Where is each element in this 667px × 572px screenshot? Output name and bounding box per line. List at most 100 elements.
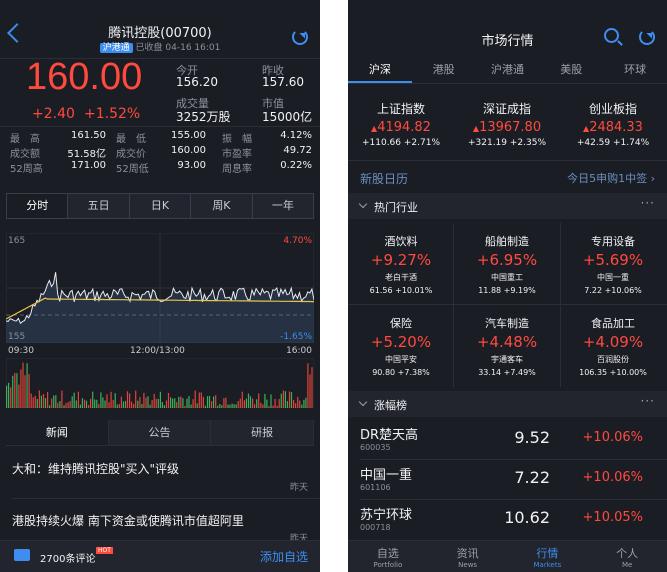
volume-bar	[59, 401, 61, 408]
tab-hk-connect[interactable]: 沪港通	[476, 58, 540, 83]
industry-card[interactable]: 酒饮料 +9.27% 老白干酒 61.56 +10.01%	[348, 233, 454, 295]
volume-bar	[20, 369, 22, 408]
tab-daily-k[interactable]: 日K	[129, 194, 192, 218]
volume-bar	[231, 403, 233, 408]
add-watchlist-button[interactable]: 添加自选	[260, 548, 308, 565]
volume-bar	[307, 363, 309, 408]
volume-bar	[38, 390, 40, 408]
intraday-chart[interactable]	[6, 233, 314, 343]
industry-card[interactable]: 保险 +5.20% 中国平安 90.80 +7.38%	[348, 315, 454, 377]
volume-bar	[24, 375, 26, 408]
divider	[0, 126, 320, 127]
tab-global[interactable]: 环球	[603, 58, 667, 83]
nav-portfolio[interactable]: 自选 Portfolio	[348, 541, 428, 572]
volume-bar	[16, 373, 18, 408]
volume-bar	[206, 396, 209, 408]
prev-close-value: 157.60	[262, 75, 304, 89]
refresh-icon[interactable]	[292, 29, 308, 45]
hot-industries-header[interactable]: 热门行业 ···	[348, 193, 667, 219]
ipo-info[interactable]: 今日5申购1中签 ›	[567, 170, 655, 186]
open-value: 156.20	[176, 75, 218, 89]
tab-news[interactable]: 新闻	[6, 420, 109, 445]
index-card[interactable]: 深证成指 ▲13967.80 +321.19 +2.35%	[454, 100, 560, 148]
more-icon[interactable]: ···	[641, 196, 655, 210]
price-change-pct: +1.52%	[84, 106, 141, 122]
chevron-down-icon	[358, 397, 368, 407]
volume-bar	[79, 404, 81, 408]
table-row[interactable]: 中国一重 601106 7.22 +10.06%	[348, 460, 667, 500]
stock-title: 腾讯控股(00700)	[108, 26, 212, 41]
more-icon[interactable]: ···	[641, 394, 655, 408]
volume-bar	[53, 395, 55, 408]
tab-one-year[interactable]: 一年	[252, 194, 314, 218]
volume-bar	[126, 391, 129, 408]
volume-bar	[204, 405, 206, 408]
volume-bar	[151, 400, 153, 408]
table-row[interactable]: 苏宁环球 000718 10.62 +10.05%	[348, 500, 667, 540]
table-row[interactable]: DR楚天高 600035 9.52 +10.06%	[348, 420, 667, 460]
tab-announcements[interactable]: 公告	[109, 420, 212, 445]
volume-bar	[245, 398, 247, 408]
volume-bar	[295, 403, 297, 408]
top-gainers-header[interactable]: 涨幅榜 ···	[348, 391, 667, 417]
tab-weekly-k[interactable]: 周K	[191, 194, 253, 218]
volume-bar	[215, 395, 217, 408]
volume-bar	[161, 402, 163, 408]
volume-bar	[44, 398, 47, 408]
industry-card[interactable]: 专用设备 +5.69% 中国一重 7.22 +10.06%	[560, 233, 666, 295]
volume-bar	[299, 400, 301, 408]
search-icon[interactable]	[604, 28, 619, 43]
nav-me[interactable]: 个人 Me	[587, 541, 667, 572]
volume-bar	[258, 393, 260, 408]
volume-bar	[192, 399, 194, 408]
comment-icon[interactable]	[14, 549, 30, 561]
volume-bar	[100, 392, 102, 408]
stock-subtitle: 沪港通 已收盘 04-16 16:01	[0, 40, 320, 53]
price-change: +2.40	[32, 106, 75, 122]
volume-bar	[211, 401, 213, 408]
nav-markets[interactable]: 行情 Markets	[508, 541, 588, 572]
volume-bar	[10, 387, 12, 408]
nav-news[interactable]: 资讯 News	[428, 541, 508, 572]
chart-bottom-right-label: -1.65%	[280, 332, 312, 342]
news-item-title[interactable]: 港股持续火爆 南下资金或使腾讯市值超阿里	[12, 512, 244, 529]
news-item-title[interactable]: 大和：维持腾讯控股"买入"评级	[12, 460, 179, 477]
volume-bar	[202, 396, 204, 408]
volume-bar	[243, 400, 245, 408]
volume-bar	[28, 374, 30, 408]
volume-bar	[217, 405, 219, 408]
ipo-calendar-link[interactable]: 新股日历	[360, 170, 408, 187]
markets-screen: 市场行情 沪深 港股 沪港通 美股 环球 上证指数 ▲4194.82 +110.…	[348, 0, 667, 572]
industry-card[interactable]: 食品加工 +4.09% 百润股份 106.35 +10.00%	[560, 315, 666, 377]
tab-research[interactable]: 研报	[211, 420, 315, 445]
tab-hk-stocks[interactable]: 港股	[412, 58, 476, 83]
volume-bar	[213, 396, 215, 408]
tab-five-day[interactable]: 五日	[68, 194, 130, 218]
refresh-icon[interactable]	[639, 29, 655, 45]
news-tabs: 新闻 公告 研报	[6, 420, 315, 446]
volume-bar	[288, 391, 291, 408]
volume-bar	[32, 397, 34, 408]
volume-bar	[260, 402, 262, 408]
tab-us-stocks[interactable]: 美股	[539, 58, 603, 83]
volume-bar	[237, 401, 239, 408]
volume-bar	[135, 390, 137, 408]
volume-bar	[112, 399, 114, 408]
volume-bar	[223, 398, 225, 408]
volume-bar	[262, 404, 264, 408]
volume-bar	[14, 372, 16, 408]
volume-bar	[196, 403, 198, 408]
index-card[interactable]: 创业板指 ▲2484.33 +42.59 +1.74%	[560, 100, 666, 148]
tab-intraday[interactable]: 分时	[7, 194, 69, 218]
volume-bar	[81, 398, 83, 408]
comment-count[interactable]: 2700条评论	[40, 550, 95, 565]
volume-bar	[229, 404, 231, 408]
tab-shanghai-shenzhen[interactable]: 沪深	[348, 58, 412, 83]
volume-bar	[194, 390, 196, 408]
volume-bar	[120, 396, 122, 408]
news-item-date: 昨天	[289, 483, 308, 493]
volume-bar	[254, 404, 256, 408]
industry-card[interactable]: 汽车制造 +4.48% 宇通客车 33.14 +7.49%	[454, 315, 560, 377]
index-card[interactable]: 上证指数 ▲4194.82 +110.66 +2.71%	[348, 100, 454, 148]
industry-card[interactable]: 船舶制造 +6.95% 中国重工 11.88 +9.19%	[454, 233, 560, 295]
